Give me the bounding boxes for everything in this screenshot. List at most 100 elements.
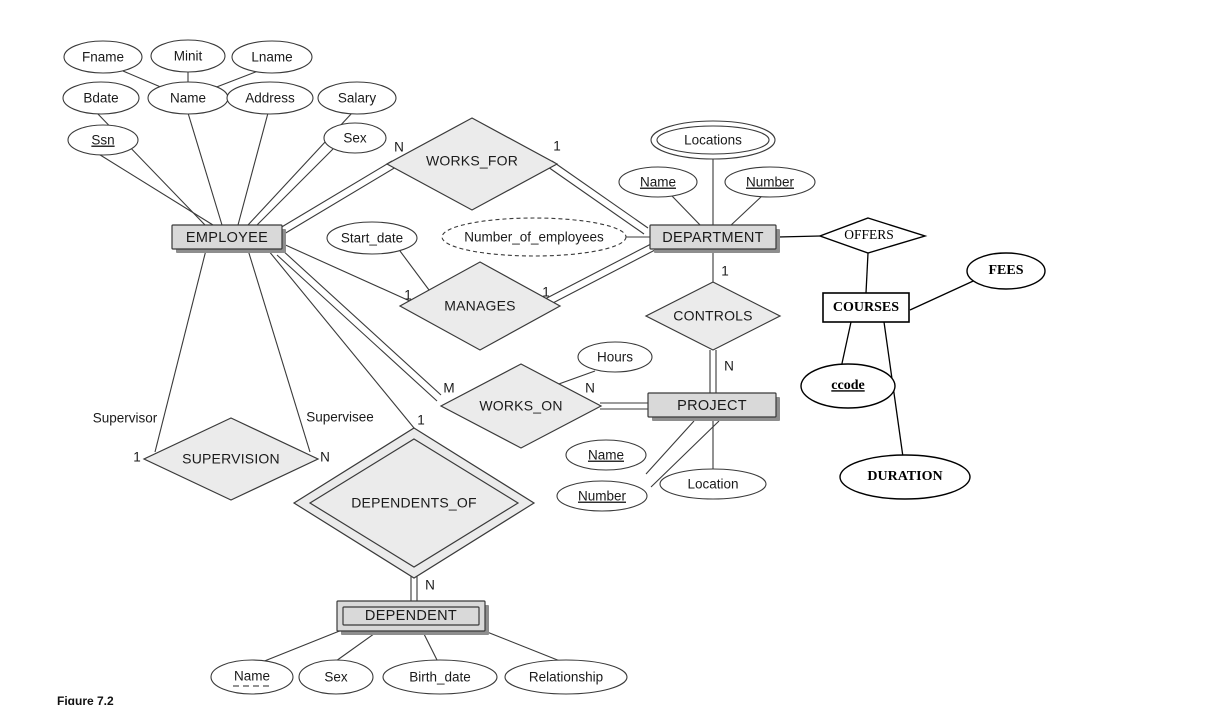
- cardinality-dependents-of-n: N: [425, 578, 435, 593]
- attribute-project-number[interactable]: Number: [556, 480, 648, 512]
- relationship-dependents-of-label: DEPENDENTS_OF: [351, 495, 477, 511]
- role-label-supervisee: Supervisee: [306, 410, 374, 425]
- relationship-supervision[interactable]: SUPERVISION: [142, 417, 320, 501]
- attribute-address-label: Address: [245, 91, 295, 106]
- attribute-minit-label: Minit: [174, 49, 203, 64]
- cardinality-manages-1-left: 1: [404, 288, 412, 303]
- entity-project[interactable]: PROJECT: [647, 392, 780, 421]
- attribute-sex-label: Sex: [343, 131, 367, 146]
- attribute-fees-label: FEES: [988, 263, 1023, 278]
- attribute-ssn-label: Ssn: [91, 133, 114, 148]
- line-employee-supervision-supervisee: [247, 249, 311, 453]
- attribute-locations-label: Locations: [684, 133, 742, 148]
- cardinality-controls-n: N: [724, 359, 734, 374]
- attribute-bdate[interactable]: Bdate: [62, 81, 140, 115]
- attribute-fees[interactable]: FEES: [966, 252, 1046, 290]
- attribute-dependent-relationship[interactable]: Relationship: [504, 659, 628, 695]
- figure-caption: Figure 7.2: [57, 694, 114, 705]
- attribute-dependent-name-label: Name: [234, 669, 270, 684]
- relationship-works-on-label: WORKS_ON: [479, 398, 562, 414]
- cardinality-manages-1-right: 1: [542, 285, 550, 300]
- line-fname-name: [122, 70, 164, 89]
- attribute-dependent-sex[interactable]: Sex: [298, 659, 374, 695]
- attribute-salary[interactable]: Salary: [317, 81, 397, 115]
- attribute-hours[interactable]: Hours: [577, 341, 653, 373]
- attribute-dependent-name[interactable]: Name: [210, 659, 294, 695]
- attribute-number-of-employees-derived[interactable]: Number_of_employees: [441, 217, 627, 257]
- attribute-name-label: Name: [170, 91, 206, 106]
- er-diagram-canvas: Fname Minit Lname Bdate Name Address Sal…: [0, 0, 1218, 705]
- relationship-works-on[interactable]: WORKS_ON: [439, 363, 603, 449]
- attribute-sex[interactable]: Sex: [323, 122, 387, 154]
- relationship-controls[interactable]: CONTROLS: [644, 281, 782, 351]
- attribute-project-number-label: Number: [578, 489, 627, 504]
- relationship-offers[interactable]: OFFERS: [817, 217, 928, 254]
- line-employee-worksfor-a: [279, 160, 393, 229]
- cardinality-dependents-of-1: 1: [417, 413, 425, 428]
- line-sex-employee: [255, 148, 334, 227]
- attribute-project-location-label: Location: [687, 477, 738, 492]
- entity-project-label: PROJECT: [677, 398, 747, 414]
- entity-employee-label: EMPLOYEE: [186, 230, 268, 246]
- line-ccode-courses: [840, 321, 852, 369]
- attribute-dependent-relationship-label: Relationship: [529, 670, 603, 685]
- relationship-supervision-label: SUPERVISION: [182, 451, 280, 467]
- entity-courses-label: COURSES: [833, 300, 899, 315]
- relationship-manages[interactable]: MANAGES: [398, 261, 562, 351]
- attribute-ccode[interactable]: ccode: [800, 363, 896, 409]
- entity-department[interactable]: DEPARTMENT: [649, 224, 780, 253]
- attribute-salary-label: Salary: [338, 91, 377, 106]
- line-manages-department-b: [548, 249, 656, 306]
- attribute-bdate-label: Bdate: [83, 91, 118, 106]
- line-department-offers: [777, 235, 821, 238]
- line-projname-project: [645, 420, 695, 475]
- cardinality-works-on-n: N: [585, 381, 595, 396]
- figure-caption-label: Figure 7.2: [57, 694, 114, 705]
- line-name-employee: [187, 112, 223, 226]
- attribute-name-composite[interactable]: Name: [147, 81, 229, 115]
- line-deptname-department: [671, 195, 703, 228]
- attribute-duration-label: DURATION: [867, 469, 942, 484]
- attribute-start-date[interactable]: Start_date: [326, 221, 418, 255]
- attribute-lname[interactable]: Lname: [231, 40, 313, 74]
- project-attributes-group: Name Number Location: [556, 439, 767, 512]
- attribute-lname-label: Lname: [251, 50, 292, 65]
- line-offers-courses: [865, 252, 869, 294]
- cardinality-supervision-n: N: [320, 450, 330, 465]
- attribute-project-location[interactable]: Location: [659, 468, 767, 500]
- cardinality-works-on-m: M: [443, 381, 454, 396]
- attribute-department-name[interactable]: Name: [618, 166, 698, 198]
- line-employee-dependentsof: [267, 249, 415, 429]
- cardinality-works-for-n: N: [394, 140, 404, 155]
- attribute-dependent-birth-date-label: Birth_date: [409, 670, 471, 685]
- attribute-fname-label: Fname: [82, 50, 124, 65]
- attribute-fname[interactable]: Fname: [63, 40, 143, 74]
- relationship-works-for[interactable]: WORKS_FOR: [385, 117, 559, 211]
- attribute-department-number[interactable]: Number: [724, 166, 816, 198]
- attribute-minit[interactable]: Minit: [150, 39, 226, 73]
- attribute-department-number-label: Number: [746, 175, 795, 190]
- attribute-dependent-birth-date[interactable]: Birth_date: [382, 659, 498, 695]
- attribute-ssn[interactable]: Ssn: [67, 124, 139, 156]
- entity-courses[interactable]: COURSES: [822, 292, 910, 323]
- attribute-duration[interactable]: DURATION: [839, 454, 971, 500]
- line-fees-courses: [909, 276, 983, 311]
- attribute-project-name-label: Name: [588, 448, 624, 463]
- role-label-supervisor: Supervisor: [93, 411, 158, 426]
- attribute-locations-multivalued[interactable]: Locations: [650, 120, 776, 160]
- er-diagram-svg: Fname Minit Lname Bdate Name Address Sal…: [57, 39, 1046, 705]
- entity-employee[interactable]: EMPLOYEE: [171, 224, 286, 253]
- courses-annotation-group: OFFERS COURSES FEES ccode DURATION: [800, 217, 1046, 500]
- line-ssn-employee: [96, 152, 214, 226]
- relationship-dependents-of[interactable]: DEPENDENTS_OF: [292, 427, 536, 579]
- attribute-address[interactable]: Address: [226, 81, 314, 115]
- entity-dependent[interactable]: DEPENDENT: [336, 600, 489, 635]
- attribute-number-of-employees-label: Number_of_employees: [464, 230, 604, 245]
- line-employee-workson-a: [280, 248, 442, 396]
- attribute-project-name[interactable]: Name: [565, 439, 647, 471]
- attribute-ccode-label: ccode: [831, 378, 864, 393]
- cardinality-works-for-1: 1: [553, 139, 561, 154]
- line-employee-supervision-supervisor: [154, 249, 207, 453]
- dependent-attributes-group: Name Sex Birth_date Relationship: [210, 659, 628, 695]
- attribute-department-name-label: Name: [640, 175, 676, 190]
